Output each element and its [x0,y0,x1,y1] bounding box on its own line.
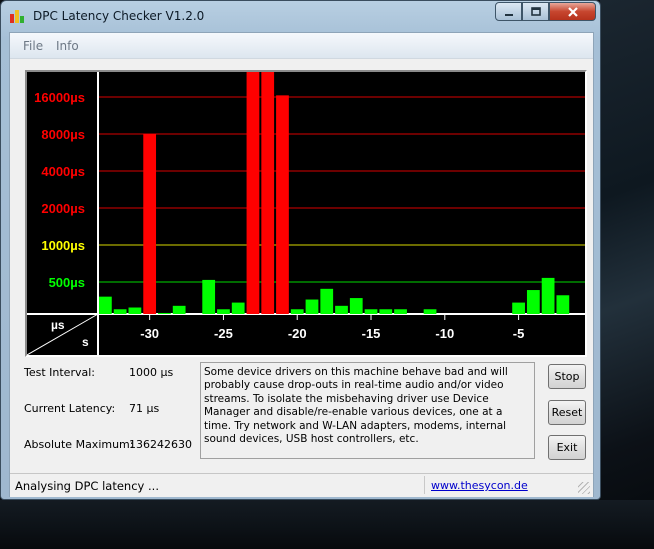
latency-bar [231,302,245,314]
latency-bar [349,298,363,314]
current-latency-value: 71 µs [129,402,160,415]
x-tick-label: -5 [513,326,525,341]
latency-bar [246,72,260,314]
y-tick-label: 8000µs [41,127,85,142]
current-latency-label: Current Latency: [24,402,116,415]
x-tick-label: -20 [288,326,307,341]
status-text: Analysing DPC latency ... [15,479,159,493]
latency-bar [526,290,540,314]
exit-button[interactable]: Exit [548,435,586,460]
menu-file[interactable]: File [23,39,43,53]
latency-bar [394,309,407,314]
latency-bar [556,295,570,314]
app-window: DPC Latency Checker V1.2.0 File Info 160… [0,0,601,500]
maximize-icon [530,6,541,16]
title-bar[interactable]: DPC Latency Checker V1.2.0 [1,1,600,31]
y-tick-label: 1000µs [41,238,85,253]
absolute-maximum-value: 136242630 [129,438,192,451]
x-tick-label: -15 [362,326,381,341]
minimize-button[interactable] [495,2,522,21]
window-title: DPC Latency Checker V1.2.0 [33,9,205,23]
x-axis-unit-label: s [82,335,89,349]
status-divider [424,476,425,494]
latency-chart-svg: 16000µs 8000µs 4000µs 2000µs 1000µs 500µs µs s -… [27,72,585,355]
latency-bar [335,305,348,314]
y-tick-label: 4000µs [41,164,85,179]
latency-bar [128,307,142,314]
latency-bar [276,95,289,314]
y-tick-label: 16000µs [34,90,85,105]
latency-bar [305,299,319,314]
desktop-background [600,0,654,549]
desktop-taskbar-area [0,500,654,549]
close-button[interactable] [549,2,596,21]
latency-bar [364,309,378,314]
latency-bar [290,309,304,314]
latency-bar [172,305,186,314]
latency-bar [202,279,216,314]
resize-grip-icon[interactable] [578,482,590,494]
status-bar: Analysing DPC latency ... www.thesycon.d… [10,473,593,497]
latency-bar [158,312,171,314]
y-tick-label: 500µs [49,275,85,290]
x-tick-label: -25 [214,326,233,341]
latency-bar [143,134,157,314]
maximize-button[interactable] [522,2,549,21]
x-tick-label: -30 [140,326,159,341]
latency-bar [217,309,230,314]
latency-bar [423,309,437,314]
latency-bar [261,72,275,314]
bar-chart-app-icon[interactable] [10,9,26,23]
client-area: File Info 16000µs 8000µs 4000µs 2000µs 1000µ… [9,32,594,497]
menu-bar: File Info [10,33,593,59]
y-axis-unit-label: µs [51,318,65,332]
latency-bar [320,288,334,314]
status-description: Some device drivers on this machine beha… [200,362,535,459]
x-tick-label: -10 [435,326,454,341]
latency-bar [512,302,525,314]
menu-info[interactable]: Info [56,39,79,53]
y-tick-label: 2000µs [41,201,85,216]
absolute-maximum-label: Absolute Maximum: [24,438,134,451]
reset-button[interactable]: Reset [548,400,586,425]
latency-chart: 16000µs 8000µs 4000µs 2000µs 1000µs 500µs µs s -… [25,70,587,357]
latency-bar [113,309,127,314]
website-link[interactable]: www.thesycon.de [431,479,528,492]
latency-bar [99,296,112,314]
latency-bar [379,309,393,314]
stop-button[interactable]: Stop [548,364,586,389]
test-interval-label: Test Interval: [24,366,95,379]
close-icon [567,6,578,17]
test-interval-value: 1000 µs [129,366,174,379]
latency-bar [541,277,555,314]
minimize-icon [504,13,513,16]
